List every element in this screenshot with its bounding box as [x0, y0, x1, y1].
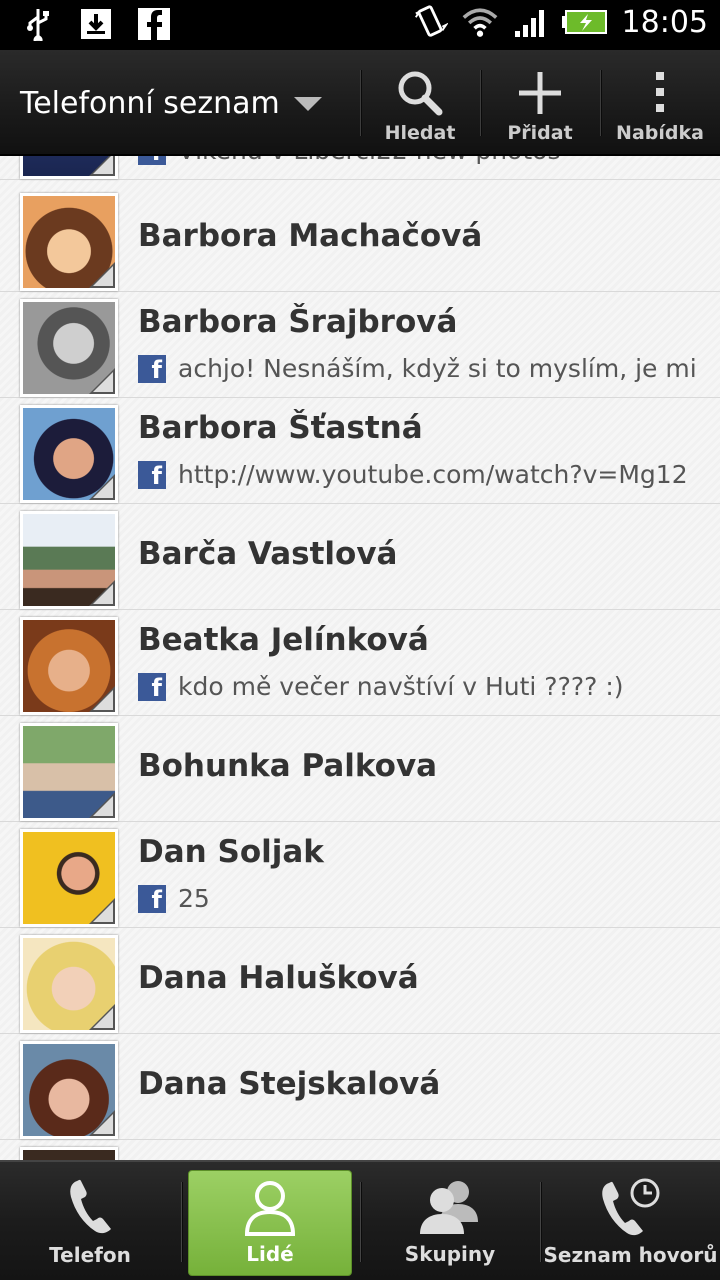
contact-row[interactable]: [0, 1140, 720, 1160]
search-button[interactable]: Hledat: [361, 50, 479, 156]
avatar[interactable]: [20, 1147, 118, 1160]
tab-call-history-label: Seznam hovorů: [543, 1243, 718, 1267]
avatar[interactable]: [20, 299, 118, 397]
call-history-icon: [601, 1178, 659, 1236]
battery-charging-icon: [561, 4, 608, 40]
facebook-icon: f: [138, 354, 166, 383]
contact-name: Bohunka Palkova: [138, 748, 438, 784]
menu-button-label: Nabídka: [616, 122, 704, 144]
avatar[interactable]: [20, 1041, 118, 1139]
tab-groups[interactable]: Skupiny: [361, 1162, 539, 1280]
contact-row[interactable]: Barča Vastlová: [0, 504, 720, 610]
avatar[interactable]: [20, 156, 118, 179]
avatar[interactable]: [20, 405, 118, 503]
contact-name: Barbora Machačová: [138, 218, 483, 254]
contact-row[interactable]: Dana Halušková: [0, 928, 720, 1034]
contact-status: f kdo mě večer navštíví v Huti ???? :): [138, 672, 698, 701]
contact-row[interactable]: f Víkend v Liberci22 new photos: [0, 156, 720, 180]
contact-name: Barbora Šťastná: [138, 410, 423, 446]
contact-name: Dan Soljak: [138, 834, 324, 870]
menu-icon: [656, 72, 664, 112]
search-icon: [398, 71, 443, 116]
status-clock: 18:05: [621, 4, 708, 40]
contact-status-text: Víkend v Liberci22 new photos: [178, 156, 560, 165]
phone-icon: [70, 1179, 111, 1234]
contact-status-text: achjo! Nesnáším, když si to myslím, je m…: [178, 354, 697, 383]
menu-button[interactable]: Nabídka: [601, 50, 719, 156]
contact-status-text: kdo mě večer navštíví v Huti ???? :): [178, 672, 624, 701]
contact-status: f achjo! Nesnáším, když si to myslím, je…: [138, 354, 698, 383]
contact-name: Dana Halušková: [138, 960, 419, 996]
contact-status-text: 25: [178, 884, 210, 913]
bottom-tab-bar: Telefon Lidé Skupiny Seznam hovorů: [0, 1160, 720, 1280]
contact-status: f Víkend v Liberci22 new photos: [138, 156, 698, 165]
usb-icon: [20, 6, 56, 42]
contact-status: f http://www.youtube.com/watch?v=Mg12: [138, 460, 698, 489]
person-icon: [244, 1181, 296, 1236]
contact-row[interactable]: Beatka Jelínková f kdo mě večer navštíví…: [0, 610, 720, 716]
contact-row[interactable]: Bohunka Palkova: [0, 716, 720, 822]
contact-name: Dana Stejskalová: [138, 1066, 441, 1102]
page-title: Telefonní seznam: [20, 85, 280, 121]
facebook-icon: f: [138, 156, 166, 165]
wifi-icon: [462, 4, 498, 40]
action-bar: Telefonní seznam Hledat Přidat Nabídka: [0, 50, 720, 156]
chevron-down-icon: [293, 97, 322, 111]
divider: [181, 1182, 182, 1262]
avatar[interactable]: [20, 935, 118, 1033]
avatar[interactable]: [20, 829, 118, 927]
tab-groups-label: Skupiny: [404, 1242, 496, 1266]
tab-phone-label: Telefon: [49, 1243, 131, 1267]
download-icon: [78, 6, 114, 42]
avatar[interactable]: [20, 617, 118, 715]
facebook-icon: f: [138, 672, 166, 701]
plus-icon: [519, 72, 561, 114]
add-contact-button-label: Přidat: [507, 122, 573, 144]
contact-name: Barbora Šrajbrová: [138, 304, 458, 340]
facebook-icon: f: [138, 884, 166, 913]
tab-people[interactable]: Lidé: [188, 1170, 352, 1276]
contact-list[interactable]: f Víkend v Liberci22 new photos Barbora …: [0, 156, 720, 1160]
contacts-filter-dropdown[interactable]: Telefonní seznam: [20, 50, 322, 156]
tab-phone[interactable]: Telefon: [0, 1162, 180, 1280]
contact-row[interactable]: Dana Stejskalová: [0, 1034, 720, 1140]
status-bar: 18:05: [0, 0, 720, 50]
signal-icon: [512, 4, 548, 40]
search-button-label: Hledat: [384, 122, 456, 144]
contact-status: f 25: [138, 884, 698, 913]
contact-name: Beatka Jelínková: [138, 622, 429, 658]
contact-row[interactable]: Barbora Šrajbrová f achjo! Nesnáším, kdy…: [0, 292, 720, 398]
add-contact-button[interactable]: Přidat: [481, 50, 599, 156]
vibrate-icon: [412, 4, 448, 40]
contact-name: Barča Vastlová: [138, 536, 398, 572]
group-icon: [420, 1181, 478, 1234]
tab-people-label: Lidé: [246, 1242, 294, 1266]
contact-row[interactable]: Barbora Machačová: [0, 186, 720, 292]
avatar[interactable]: [20, 193, 118, 291]
contact-row[interactable]: Barbora Šťastná f http://www.youtube.com…: [0, 398, 720, 504]
avatar[interactable]: [20, 511, 118, 609]
avatar[interactable]: [20, 723, 118, 821]
contact-status-text: http://www.youtube.com/watch?v=Mg12: [178, 460, 688, 489]
facebook-icon: [136, 6, 172, 42]
contact-row[interactable]: Dan Soljak f 25: [0, 822, 720, 928]
tab-call-history[interactable]: Seznam hovorů: [541, 1162, 720, 1280]
facebook-icon: f: [138, 460, 166, 489]
